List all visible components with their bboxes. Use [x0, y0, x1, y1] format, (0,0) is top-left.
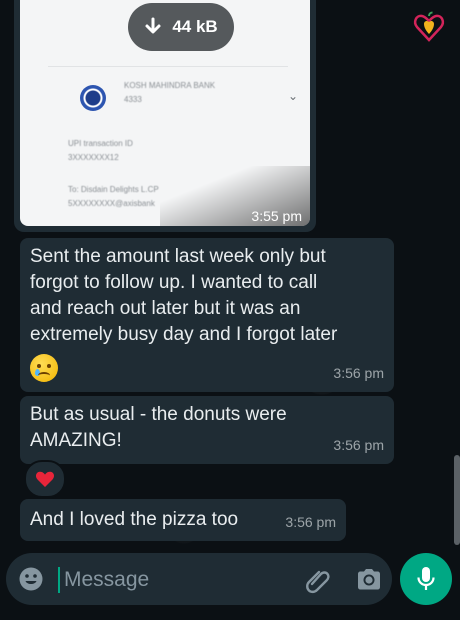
receipt-bank-name: KOSH MAHINDRA BANK [124, 81, 216, 90]
receipt-upi-value: 3XXXXXXX12 [68, 153, 119, 162]
message-bubble[interactable]: But as usual - the donuts were AMAZING! … [20, 396, 394, 464]
download-button[interactable]: 44 kB [128, 3, 234, 51]
receipt-upi-label: UPI transaction ID [68, 139, 133, 148]
heart-apple-logo [413, 11, 445, 42]
face-holding-back-tears-emoji [30, 354, 58, 382]
message-text: And I loved the pizza too [30, 509, 239, 530]
camera-icon[interactable] [356, 567, 382, 591]
download-arrow-icon [145, 17, 161, 34]
receipt-bank-account: 4333 [124, 95, 142, 104]
download-size: 44 kB [172, 17, 218, 36]
receipt-to-value: 5XXXXXXXX@axisbank [68, 199, 155, 208]
message-time: 3:56 pm [333, 437, 384, 453]
bank-logo [80, 85, 106, 111]
scrollbar-thumb[interactable] [454, 455, 460, 545]
paperclip-icon[interactable] [304, 566, 332, 594]
message-input[interactable] [62, 561, 296, 599]
message-text: Sent the amount last week only but forgo… [30, 246, 338, 345]
text-caret [58, 567, 60, 593]
receipt-to-label: To: Disdain Delights L.CP [68, 185, 159, 194]
message-time: 3:55 pm [251, 208, 302, 224]
chevron-down-icon: ⌄ [288, 89, 299, 103]
emoji-icon[interactable] [18, 566, 44, 592]
message-time: 3:56 pm [285, 514, 336, 530]
image-message[interactable]: KOSH MAHINDRA BANK 4333 ⌄ UPI transactio… [14, 0, 316, 232]
message-text: But as usual - the donuts were AMAZING! [30, 404, 287, 451]
receipt-card: KOSH MAHINDRA BANK 4333 ⌄ UPI transactio… [48, 66, 298, 226]
message-composer [6, 553, 392, 605]
message-bubble[interactable]: Sent the amount last week only but forgo… [20, 238, 394, 392]
red-heart-icon [35, 471, 55, 487]
reaction-badge[interactable] [24, 460, 66, 498]
microphone-button[interactable] [400, 553, 452, 605]
message-bubble[interactable]: And I loved the pizza too 3:56 pm [20, 499, 346, 541]
message-time: 3:56 pm [333, 365, 384, 381]
microphone-icon [417, 567, 435, 590]
